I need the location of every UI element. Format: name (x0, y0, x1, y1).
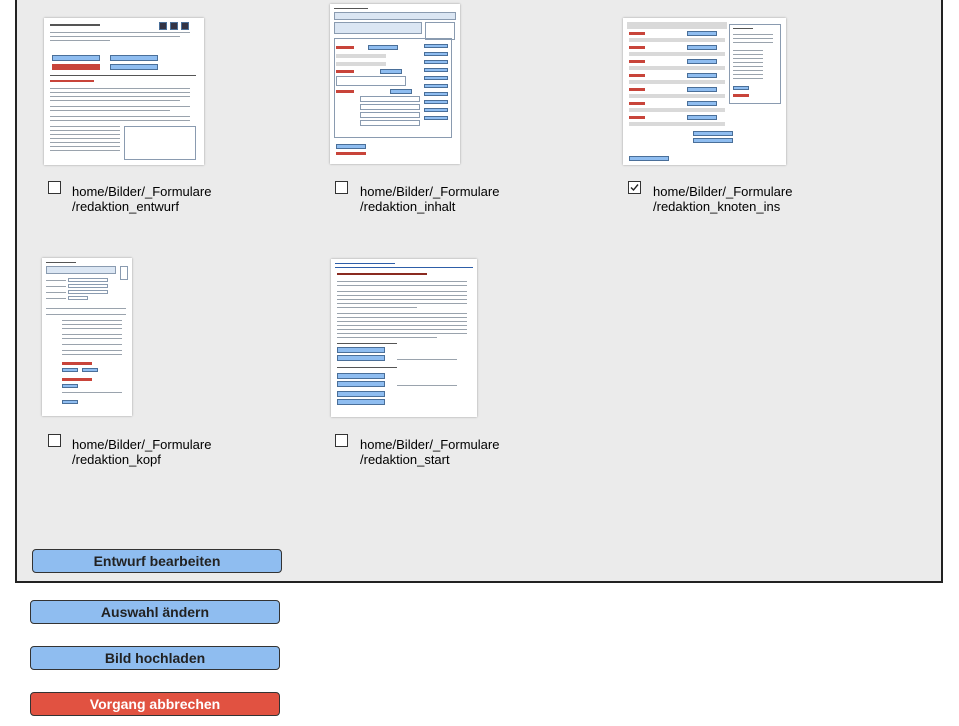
cancel-process-button[interactable]: Vorgang abbrechen (30, 692, 280, 716)
select-checkbox-redaktion-kopf[interactable] (48, 434, 61, 447)
thumbnail-redaktion-inhalt[interactable] (330, 4, 460, 164)
thumbnail-redaktion-kopf[interactable] (42, 258, 132, 416)
file-label-redaktion-entwurf: home/Bilder/_Formulare /redaktion_entwur… (72, 184, 212, 214)
checkmark-icon (630, 184, 639, 192)
select-checkbox-redaktion-knoten-ins[interactable] (628, 181, 641, 194)
select-checkbox-redaktion-start[interactable] (335, 434, 348, 447)
change-selection-button[interactable]: Auswahl ändern (30, 600, 280, 624)
thumbnail-redaktion-start[interactable] (331, 259, 477, 417)
file-label-redaktion-inhalt: home/Bilder/_Formulare /redaktion_inhalt (360, 184, 500, 214)
file-label-redaktion-kopf: home/Bilder/_Formulare /redaktion_kopf (72, 437, 212, 467)
select-checkbox-redaktion-entwurf[interactable] (48, 181, 61, 194)
select-checkbox-redaktion-inhalt[interactable] (335, 181, 348, 194)
thumbnail-redaktion-knoten-ins[interactable] (623, 18, 786, 165)
image-selection-panel: home/Bilder/_Formulare /redaktion_entwur… (15, 0, 943, 583)
edit-draft-button[interactable]: Entwurf bearbeiten (32, 549, 282, 573)
thumbnail-redaktion-entwurf[interactable] (44, 18, 204, 165)
file-label-redaktion-start: home/Bilder/_Formulare /redaktion_start (360, 437, 500, 467)
upload-image-button[interactable]: Bild hochladen (30, 646, 280, 670)
file-label-redaktion-knoten-ins: home/Bilder/_Formulare /redaktion_knoten… (653, 184, 793, 214)
